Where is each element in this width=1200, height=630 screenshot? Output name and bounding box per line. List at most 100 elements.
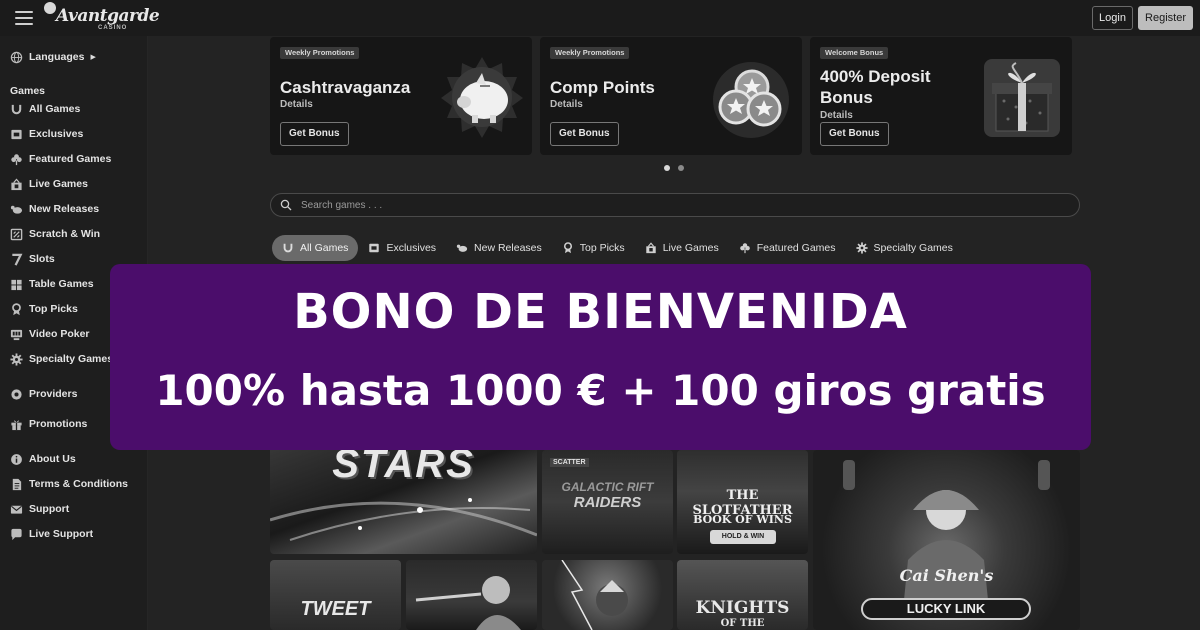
sidebar-item-live-games[interactable]: Live Games bbox=[10, 175, 88, 193]
scratch-icon bbox=[10, 228, 23, 241]
game-tile-slotfather[interactable]: THE SLOTFATHER BOOK OF WINS HOLD & WIN bbox=[677, 450, 808, 554]
game-title: KNIGHTS bbox=[695, 598, 790, 618]
carousel-dot[interactable] bbox=[678, 165, 684, 171]
sidebar-item-specialty-games[interactable]: Specialty Games bbox=[10, 350, 113, 368]
logo-subtitle: CASINO bbox=[98, 25, 128, 31]
logo-mark-icon bbox=[44, 2, 56, 14]
sidebar-item-all-games[interactable]: All Games bbox=[10, 100, 80, 118]
promo-details-link[interactable]: Details bbox=[550, 99, 583, 110]
search-input[interactable] bbox=[301, 197, 1061, 213]
game-art bbox=[415, 576, 521, 630]
game-title-script: Cai Shen's bbox=[899, 566, 994, 585]
promo-title: Cashtravaganza bbox=[280, 78, 411, 97]
get-bonus-button[interactable]: Get Bonus bbox=[280, 122, 349, 146]
video-poker-icon bbox=[10, 328, 23, 341]
sidebar-item-label: Scratch & Win bbox=[29, 228, 101, 240]
game-title-top: GALACTIC RIFT bbox=[561, 480, 654, 494]
tab-exclusives[interactable]: Exclusives bbox=[358, 235, 446, 261]
banner-headline: BONO DE BIENVENIDA bbox=[293, 284, 908, 340]
sidebar-item-video-poker[interactable]: Video Poker bbox=[10, 325, 90, 343]
scatter-badge: SCATTER bbox=[550, 458, 589, 467]
horseshoe-icon bbox=[10, 103, 23, 116]
gear-icon bbox=[10, 352, 23, 366]
new-releases-icon bbox=[10, 203, 23, 216]
tab-new-releases[interactable]: New Releases bbox=[446, 235, 552, 261]
tab-top-picks[interactable]: Top Picks bbox=[552, 235, 635, 261]
sidebar-item-providers[interactable]: Providers bbox=[10, 385, 77, 403]
sidebar-item-scratch-win[interactable]: Scratch & Win bbox=[10, 225, 100, 243]
game-tile-stars[interactable]: STARS bbox=[270, 440, 537, 554]
tab-live-games[interactable]: Live Games bbox=[635, 235, 729, 261]
tab-all-games[interactable]: All Games bbox=[272, 235, 359, 261]
sidebar-item-featured-games[interactable]: Featured Games bbox=[10, 150, 111, 168]
table-icon bbox=[10, 278, 23, 291]
promo-details-link[interactable]: Details bbox=[820, 110, 853, 121]
game-tile-knights[interactable]: KNIGHTS OF THE bbox=[677, 560, 808, 630]
sidebar-item-label: Live Games bbox=[29, 178, 88, 190]
promo-card-cashtravaganza[interactable]: Weekly Promotions Cashtravaganza Details… bbox=[270, 37, 532, 155]
game-art bbox=[561, 560, 628, 630]
gift-icon bbox=[10, 418, 23, 431]
game-subtitle: BOOK OF WINS bbox=[693, 513, 792, 526]
carousel-dot[interactable] bbox=[664, 165, 670, 171]
sidebar-item-slots[interactable]: Slots bbox=[10, 250, 55, 268]
new-releases-icon bbox=[456, 242, 468, 254]
piggy-bank-icon bbox=[441, 57, 523, 138]
sidebar-item-label: Featured Games bbox=[29, 153, 112, 165]
login-button[interactable]: Login bbox=[1092, 6, 1133, 30]
sidebar-item-languages[interactable]: Languages ▶ bbox=[10, 48, 96, 66]
category-tabs: All Games Exclusives New Releases Top Pi… bbox=[272, 234, 963, 262]
sidebar-item-support[interactable]: Support bbox=[10, 500, 69, 518]
promo-card-deposit-bonus[interactable]: Welcome Bonus 400% Deposit Bonus Details… bbox=[810, 37, 1072, 155]
get-bonus-button[interactable]: Get Bonus bbox=[550, 122, 619, 146]
promo-card-comp-points[interactable]: Weekly Promotions Comp Points Details Ge… bbox=[540, 37, 802, 155]
menu-icon[interactable] bbox=[15, 11, 33, 25]
sidebar-item-label: Slots bbox=[29, 253, 55, 265]
tab-label: New Releases bbox=[474, 242, 542, 254]
live-icon bbox=[10, 177, 23, 191]
register-button[interactable]: Register bbox=[1138, 6, 1193, 30]
game-tile-tweety[interactable]: TWEET bbox=[270, 560, 401, 630]
promo-tag: Welcome Bonus bbox=[820, 47, 889, 59]
game-tile-lightning[interactable] bbox=[542, 560, 673, 630]
sidebar-item-table-games[interactable]: Table Games bbox=[10, 275, 94, 293]
search-bar bbox=[270, 193, 1080, 217]
sidebar-item-label: Languages bbox=[29, 51, 85, 63]
game-title: TWEET bbox=[300, 598, 371, 620]
banner-offer: 100% hasta 1000 € + 100 giros gratis bbox=[155, 366, 1046, 415]
tab-label: Specialty Games bbox=[873, 242, 953, 254]
clover-icon bbox=[10, 153, 23, 166]
live-icon bbox=[645, 242, 657, 254]
promo-details-link[interactable]: Details bbox=[280, 99, 313, 110]
sidebar-item-label: Exclusives bbox=[29, 128, 84, 140]
welcome-bonus-banner[interactable]: BONO DE BIENVENIDA 100% hasta 1000 € + 1… bbox=[110, 264, 1091, 450]
tab-label: Top Picks bbox=[579, 242, 625, 254]
sidebar-item-terms-conditions[interactable]: Terms & Conditions bbox=[10, 475, 128, 493]
sidebar-item-exclusives[interactable]: Exclusives bbox=[10, 125, 83, 143]
sidebar-item-label: Top Picks bbox=[29, 303, 78, 315]
tab-featured-games[interactable]: Featured Games bbox=[729, 235, 846, 261]
promo-tag: Weekly Promotions bbox=[280, 47, 360, 59]
game-title: RAIDERS bbox=[573, 494, 642, 511]
providers-icon bbox=[10, 388, 23, 401]
game-tile-cai-shen-lucky-link[interactable]: Cai Shen's LUCKY LINK bbox=[813, 450, 1080, 630]
sidebar-item-promotions[interactable]: Promotions bbox=[10, 415, 87, 433]
chat-icon bbox=[10, 528, 23, 541]
game-title: LUCKY LINK bbox=[861, 598, 1031, 620]
sidebar-item-new-releases[interactable]: New Releases bbox=[10, 200, 99, 218]
tab-label: Exclusives bbox=[386, 242, 437, 254]
hold-win-badge: HOLD & WIN bbox=[710, 530, 776, 544]
sidebar-item-live-support[interactable]: Live Support bbox=[10, 525, 93, 543]
gear-icon bbox=[855, 242, 868, 254]
sidebar-item-top-picks[interactable]: Top Picks bbox=[10, 300, 78, 318]
tab-specialty-games[interactable]: Specialty Games bbox=[846, 235, 963, 261]
game-tile-galactic-rift-raiders[interactable]: SCATTER GALACTIC RIFT RAIDERS bbox=[542, 450, 673, 554]
promo-title: 400% Deposit Bonus bbox=[820, 67, 931, 107]
sidebar-item-label: Terms & Conditions bbox=[29, 478, 128, 490]
logo[interactable]: Avantgarde CASINO bbox=[44, 2, 160, 34]
get-bonus-button[interactable]: Get Bonus bbox=[820, 122, 889, 146]
gift-box-icon bbox=[984, 59, 1060, 137]
top-picks-icon bbox=[10, 302, 23, 316]
game-tile-lady[interactable] bbox=[406, 560, 537, 630]
sidebar-item-about-us[interactable]: About Us bbox=[10, 450, 76, 468]
